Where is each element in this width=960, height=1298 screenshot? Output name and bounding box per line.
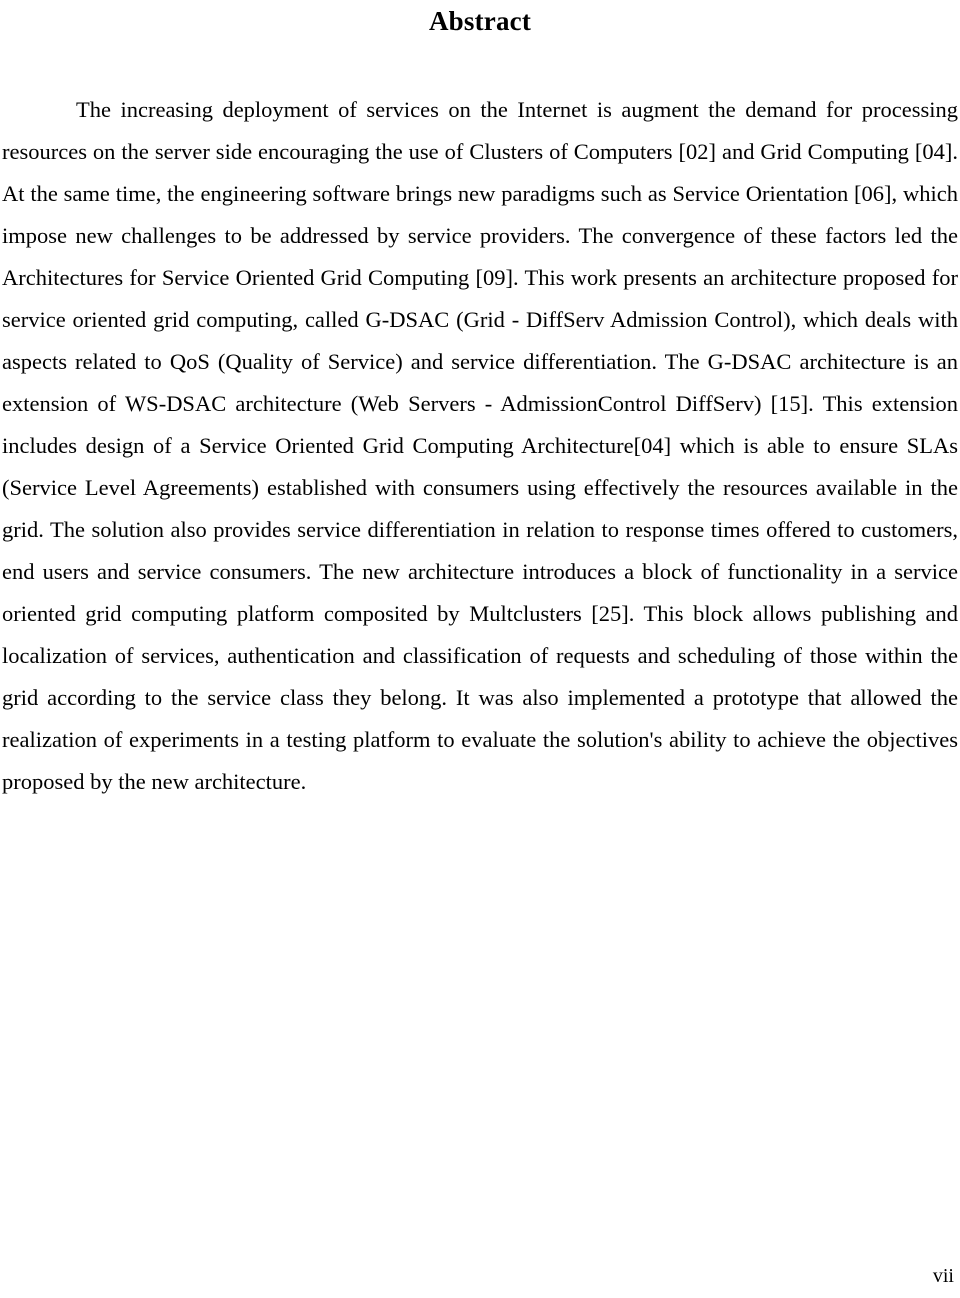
document-page: Abstract The increasing deployment of se… — [0, 0, 960, 1298]
abstract-paragraph: The increasing deployment of services on… — [2, 97, 958, 794]
page-title: Abstract — [428, 6, 532, 36]
abstract-body: The increasing deployment of services on… — [0, 89, 960, 803]
page-number: vii — [932, 1265, 954, 1287]
